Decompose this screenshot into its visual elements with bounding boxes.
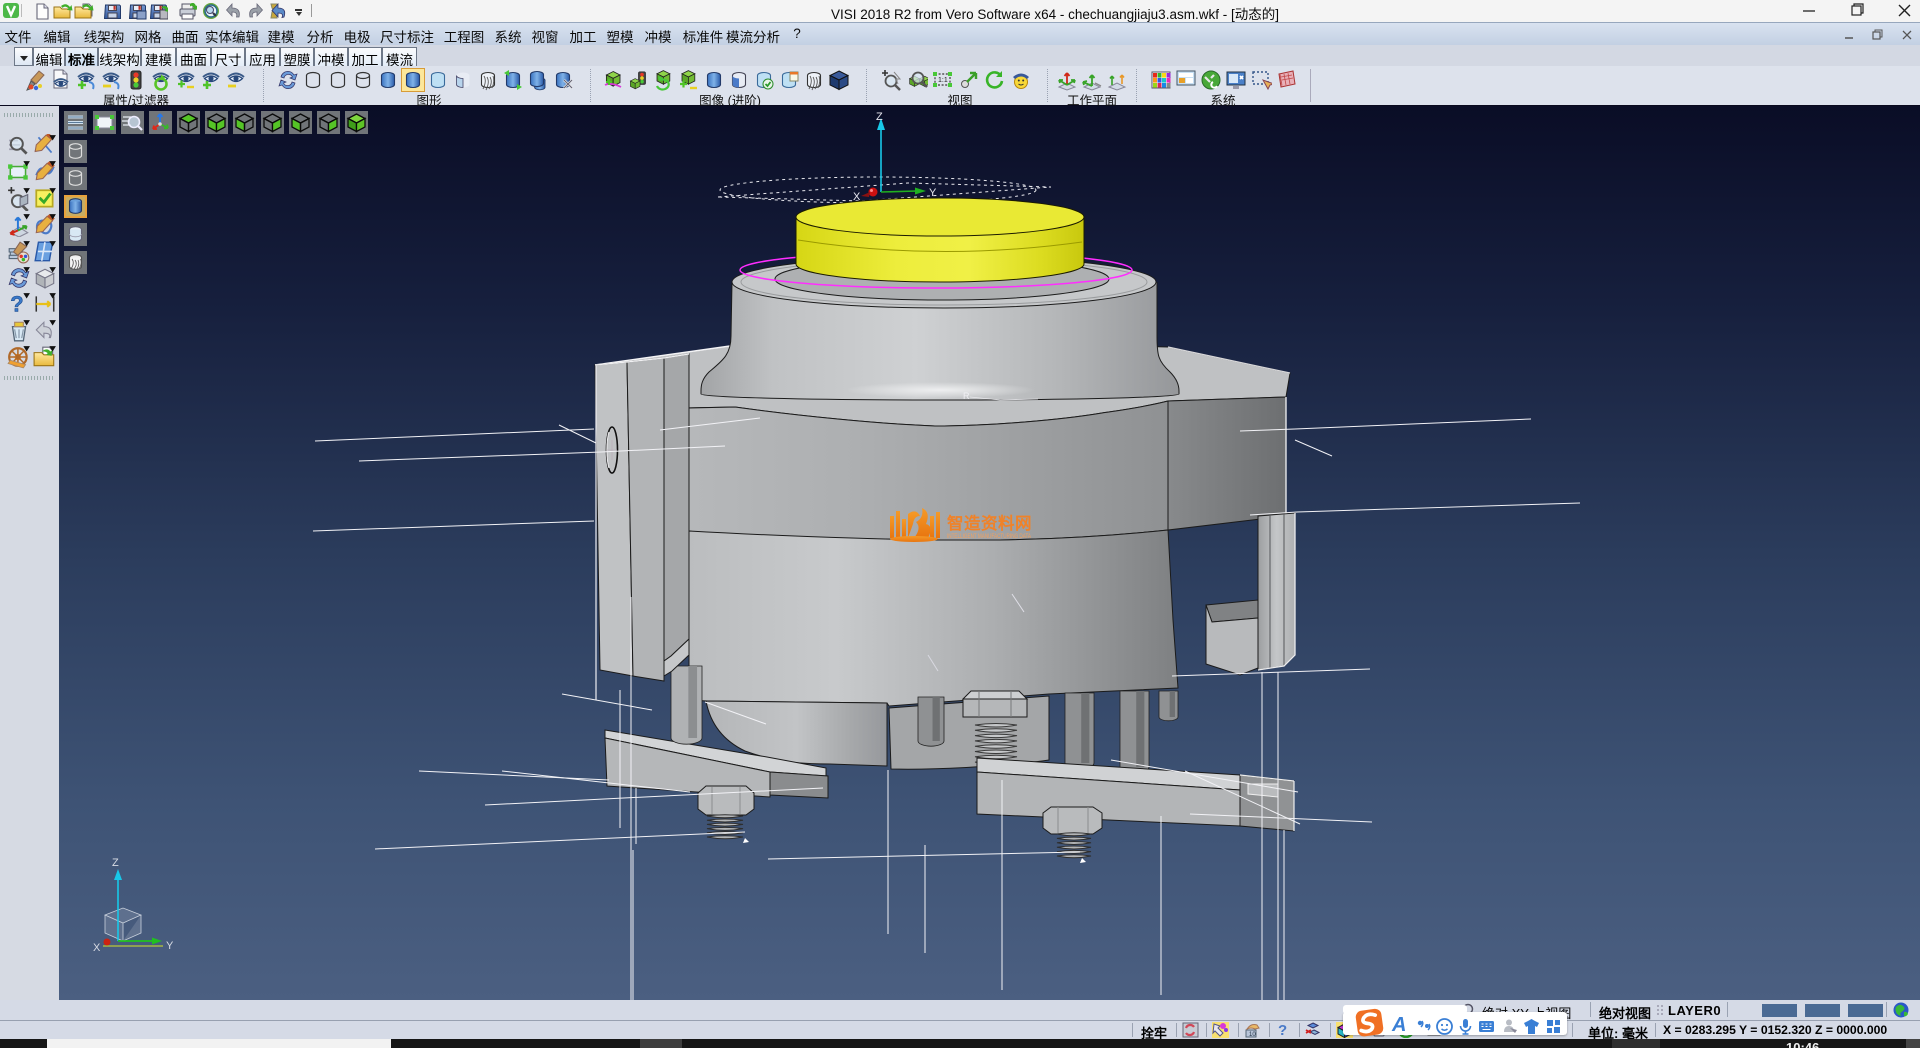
svg-text:Z: Z — [112, 857, 119, 869]
svg-text:1:1: 1:1 — [938, 77, 948, 84]
svg-text:Y: Y — [166, 940, 174, 952]
svg-text:10: 10 — [1249, 1032, 1256, 1038]
svg-text:Z: Z — [876, 111, 883, 123]
svg-text:X: X — [853, 191, 861, 203]
svg-text:X: X — [93, 942, 101, 954]
svg-text:智造资料网: 智造资料网 — [947, 513, 1032, 533]
svg-text:?: ? — [10, 292, 23, 316]
svg-text:R: R — [963, 391, 970, 401]
svg-text:INTELLIGENT MANUFACTURING DATA: INTELLIGENT MANUFACTURING DATA — [947, 534, 1031, 540]
svg-text:?: ? — [1278, 1022, 1287, 1038]
svg-text:Y: Y — [929, 187, 937, 199]
